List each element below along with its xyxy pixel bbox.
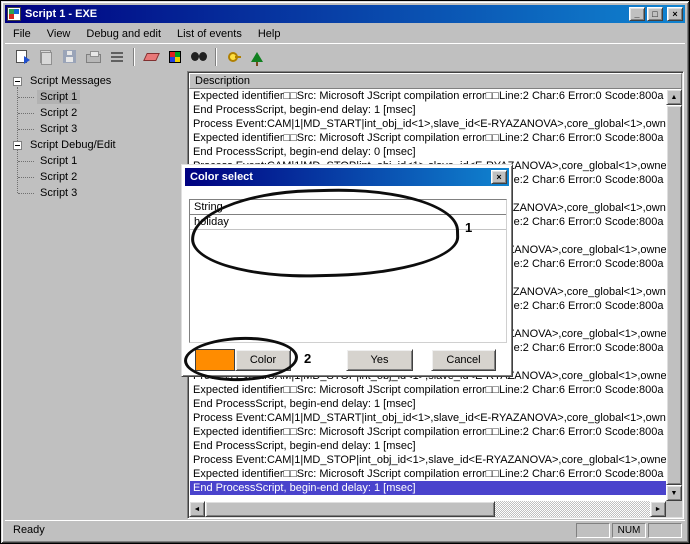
window-title: Script 1 - EXE bbox=[25, 8, 97, 20]
log-row[interactable]: End ProcessScript, begin-end delay: 0 [m… bbox=[190, 145, 666, 159]
status-pane-num: NUM bbox=[612, 523, 646, 538]
execute-icon[interactable] bbox=[9, 46, 33, 67]
list-item-holiday[interactable]: holiday bbox=[190, 215, 506, 230]
collapse-icon[interactable] bbox=[13, 77, 22, 86]
status-bar: Ready NUM bbox=[5, 520, 685, 539]
eraser-icon[interactable] bbox=[139, 46, 163, 67]
vertical-scroll-thumb[interactable] bbox=[666, 105, 682, 485]
log-row[interactable]: End ProcessScript, begin-end delay: 1 [m… bbox=[190, 481, 666, 495]
key-icon[interactable] bbox=[221, 46, 245, 67]
scroll-left-icon: ◄ bbox=[194, 506, 201, 513]
tree-icon[interactable] bbox=[245, 46, 269, 67]
copy-icon[interactable] bbox=[33, 46, 57, 67]
log-row[interactable]: Process Event:CAM|1|MD_STOP|int_obj_id<1… bbox=[190, 453, 666, 467]
collapse-icon[interactable] bbox=[13, 141, 22, 150]
title-bar[interactable]: Script 1 - EXE _ □ × bbox=[5, 5, 685, 23]
scroll-up-button[interactable]: ▲ bbox=[666, 89, 682, 105]
log-column-header[interactable]: Description bbox=[189, 73, 682, 89]
tree-item-script-1[interactable]: Script 1 bbox=[9, 89, 185, 105]
palette-icon[interactable] bbox=[163, 46, 187, 67]
log-row[interactable]: Process Event:CAM|1|MD_START|int_obj_id<… bbox=[190, 411, 666, 425]
scroll-down-button[interactable]: ▼ bbox=[666, 485, 682, 501]
tree-group-script-debug-edit[interactable]: Script Debug/Edit bbox=[9, 137, 185, 153]
tree-item-label: Script 3 bbox=[37, 186, 80, 200]
status-message: Ready bbox=[8, 523, 50, 537]
scroll-right-icon: ► bbox=[655, 506, 662, 513]
log-row[interactable]: End ProcessScript, begin-end delay: 1 [m… bbox=[190, 103, 666, 117]
main-window: Script 1 - EXE _ □ × File View Debug and… bbox=[0, 0, 690, 544]
log-row[interactable]: Expected identifier□□Src: Microsoft JScr… bbox=[190, 131, 666, 145]
tree-item-label: Script 2 bbox=[37, 170, 80, 184]
dialog-title-bar[interactable]: Color select × bbox=[185, 168, 509, 186]
tree-item-script-3[interactable]: Script 3 bbox=[9, 185, 185, 201]
color-swatch[interactable] bbox=[195, 349, 235, 371]
tree-item-script-2[interactable]: Script 2 bbox=[9, 105, 185, 121]
toolbar-separator bbox=[133, 48, 135, 66]
tree-group-label: Script Debug/Edit bbox=[27, 138, 119, 152]
log-row[interactable]: Expected identifier□□Src: Microsoft JScr… bbox=[190, 89, 666, 103]
maximize-button[interactable]: □ bbox=[647, 7, 663, 21]
tree-item-label: Script 1 bbox=[37, 154, 80, 168]
color-select-dialog: Color select × String holiday Color Yes … bbox=[181, 164, 513, 377]
log-row[interactable]: Expected identifier□□Src: Microsoft JScr… bbox=[190, 383, 666, 397]
menu-file[interactable]: File bbox=[5, 25, 39, 43]
menu-help[interactable]: Help bbox=[250, 25, 289, 43]
log-row[interactable]: Expected identifier□□Src: Microsoft JScr… bbox=[190, 425, 666, 439]
tree-item-label: Script 2 bbox=[37, 106, 80, 120]
scroll-down-icon: ▼ bbox=[671, 490, 678, 497]
log-row[interactable]: Expected identifier□□Src: Microsoft JScr… bbox=[190, 467, 666, 481]
tree-item-script-2[interactable]: Script 2 bbox=[9, 169, 185, 185]
save-icon[interactable] bbox=[57, 46, 81, 67]
annotation-label-2: 2 bbox=[304, 351, 311, 366]
tree-group-label: Script Messages bbox=[27, 74, 114, 88]
script-tree: Script Messages Script 1 Script 2 Script… bbox=[9, 73, 185, 519]
tree-item-script-1[interactable]: Script 1 bbox=[9, 153, 185, 169]
log-row[interactable]: End ProcessScript, begin-end delay: 1 [m… bbox=[190, 439, 666, 453]
tree-item-label: Script 1 bbox=[37, 90, 80, 104]
log-row[interactable]: End ProcessScript, begin-end delay: 1 [m… bbox=[190, 397, 666, 411]
minimize-button[interactable]: _ bbox=[629, 7, 645, 21]
menu-view[interactable]: View bbox=[39, 25, 79, 43]
toolbar-separator bbox=[215, 48, 217, 66]
cancel-button[interactable]: Cancel bbox=[431, 349, 496, 371]
scrollbar-corner bbox=[666, 501, 682, 517]
vertical-scrollbar[interactable]: ▲ ▼ bbox=[666, 89, 682, 501]
list-icon[interactable] bbox=[105, 46, 129, 67]
scroll-right-button[interactable]: ► bbox=[650, 501, 666, 517]
dialog-close-button[interactable]: × bbox=[491, 170, 507, 184]
color-button[interactable]: Color bbox=[235, 349, 291, 371]
menu-bar: File View Debug and edit List of events … bbox=[5, 24, 685, 43]
menu-debug-and-edit[interactable]: Debug and edit bbox=[78, 25, 169, 43]
scroll-up-icon: ▲ bbox=[671, 94, 678, 101]
log-row[interactable]: Process Event:CAM|1|MD_START|int_obj_id<… bbox=[190, 117, 666, 131]
yes-button[interactable]: Yes bbox=[346, 349, 413, 371]
status-pane-cap bbox=[576, 523, 610, 538]
print-icon[interactable] bbox=[81, 46, 105, 67]
binoculars-icon[interactable] bbox=[187, 46, 211, 67]
tree-item-script-3[interactable]: Script 3 bbox=[9, 121, 185, 137]
scroll-left-button[interactable]: ◄ bbox=[189, 501, 205, 517]
tree-group-script-messages[interactable]: Script Messages bbox=[9, 73, 185, 89]
tree-item-label: Script 3 bbox=[37, 122, 80, 136]
menu-list-of-events[interactable]: List of events bbox=[169, 25, 250, 43]
horizontal-scroll-thumb[interactable] bbox=[205, 501, 495, 517]
dialog-title: Color select bbox=[190, 171, 253, 183]
string-list: String holiday bbox=[189, 199, 507, 343]
close-icon: × bbox=[672, 10, 677, 19]
maximize-icon: □ bbox=[652, 10, 657, 19]
horizontal-scrollbar[interactable]: ◄ ► bbox=[189, 501, 666, 517]
annotation-label-1: 1 bbox=[465, 220, 472, 235]
app-icon[interactable] bbox=[7, 7, 21, 21]
close-button[interactable]: × bbox=[667, 7, 683, 21]
toolbar bbox=[5, 43, 685, 69]
status-pane-scrl bbox=[648, 523, 682, 538]
minimize-icon: _ bbox=[634, 10, 639, 19]
close-icon: × bbox=[496, 173, 501, 182]
string-column-header[interactable]: String bbox=[190, 200, 506, 215]
